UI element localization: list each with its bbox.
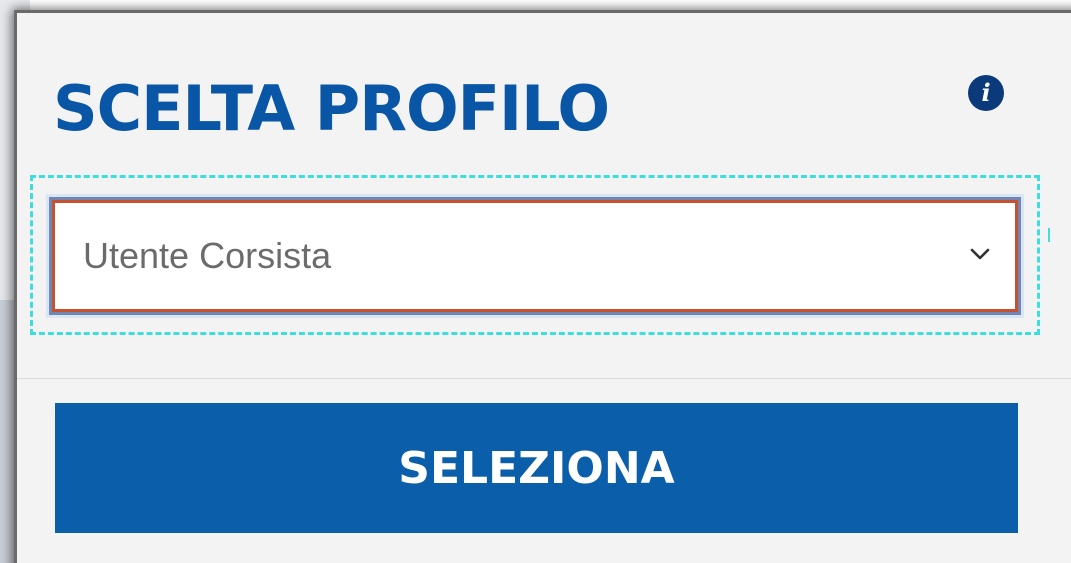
profile-select[interactable]: Utente Corsista: [52, 200, 1018, 312]
profile-select-value: Utente Corsista: [83, 235, 332, 276]
divider: [17, 378, 1071, 379]
select-button[interactable]: SELEZIONA: [55, 403, 1018, 533]
dialog-title: SCELTA PROFILO: [53, 72, 610, 145]
info-icon[interactable]: i: [968, 75, 1004, 111]
focus-highlight-marker: [1048, 228, 1050, 242]
screen: SCELTA PROFILO i Utente Corsista SELEZIO…: [0, 0, 1071, 563]
chevron-down-icon: [970, 248, 990, 260]
